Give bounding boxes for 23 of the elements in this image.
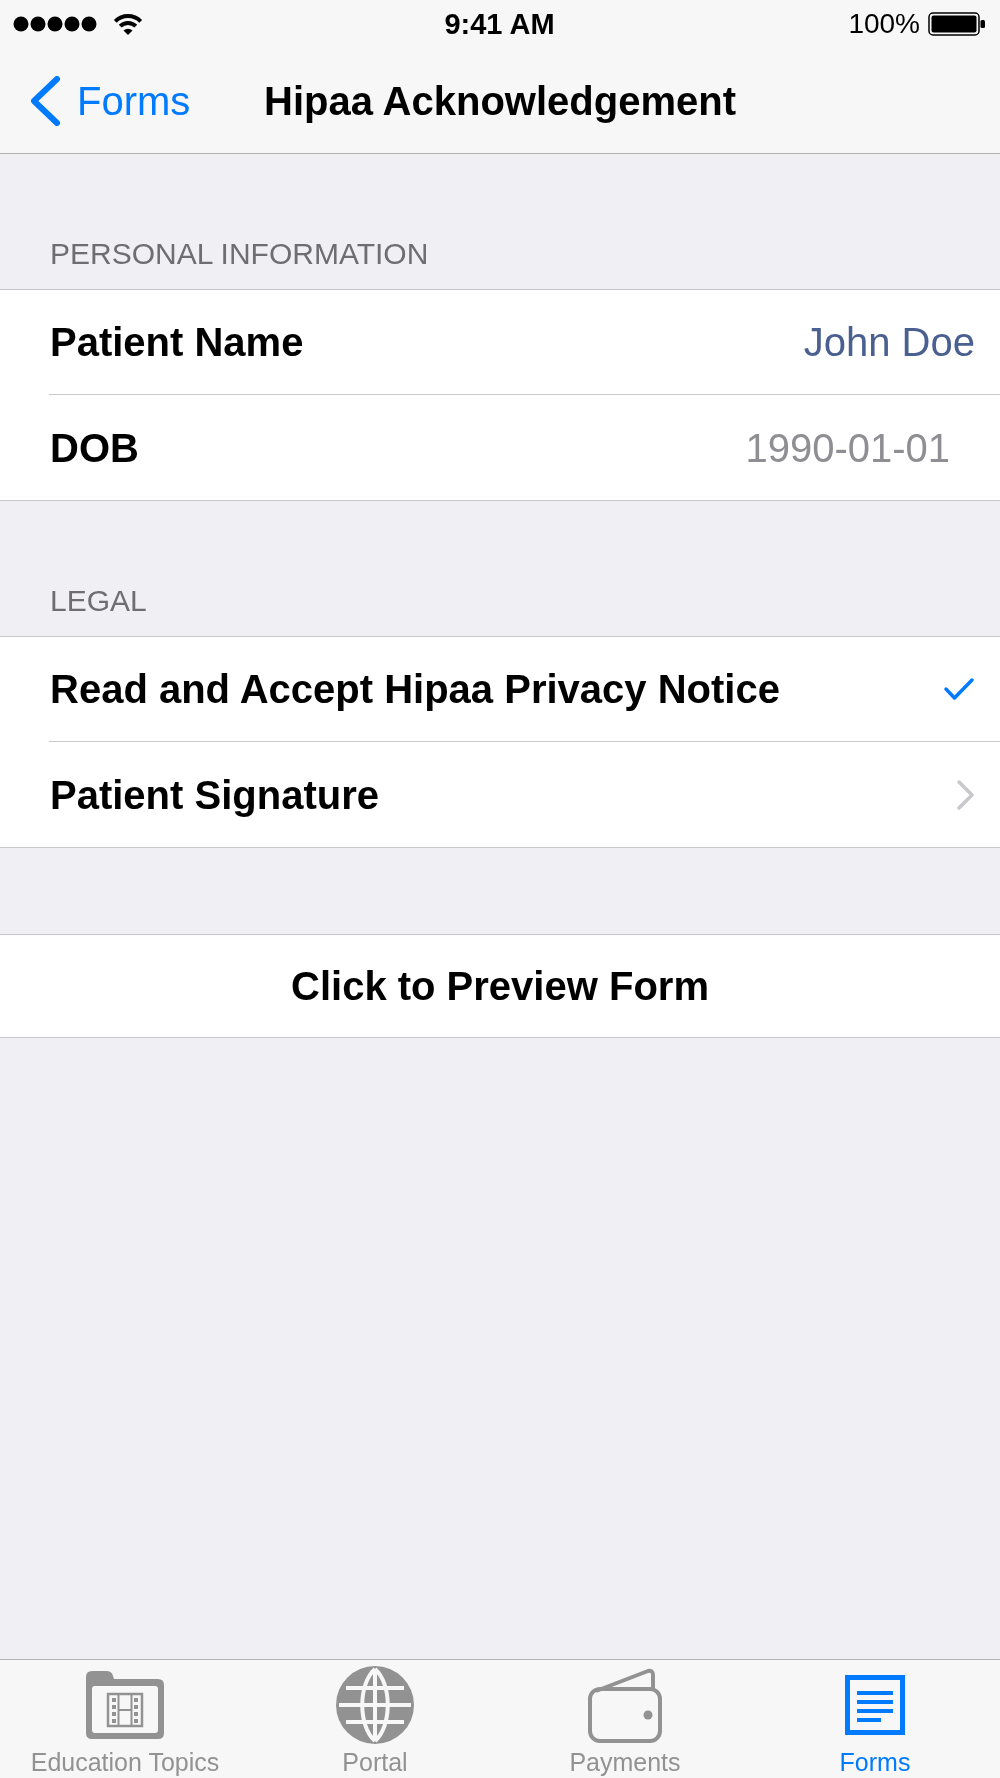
film-folder-icon [86, 1671, 164, 1739]
row-label: Patient Name [50, 319, 304, 366]
tab-item[interactable]: Forms [750, 1660, 1000, 1778]
section-header: PERSONAL INFORMATION [50, 236, 429, 272]
chevron-left-icon [29, 75, 61, 126]
section-header: LEGAL [50, 583, 147, 619]
battery-icon [928, 12, 986, 36]
document-icon [845, 1675, 905, 1735]
wifi-icon [113, 12, 143, 36]
wallet-icon [588, 1667, 662, 1743]
globe-icon [336, 1666, 414, 1744]
signal-icon [13, 16, 97, 32]
date-value: 1990-01-01 [745, 424, 950, 472]
name-field[interactable]: John Doe [615, 318, 975, 366]
battery-percent: 100% [848, 7, 920, 41]
row-label: DOB [50, 424, 139, 472]
back-button[interactable]: Forms [29, 75, 191, 126]
row-label: Patient Signature [50, 771, 379, 819]
chevron-right-icon [956, 778, 975, 811]
status-time: 9:41 AM [444, 7, 555, 41]
preview-form-button[interactable]: Click to Preview Form [0, 934, 1000, 1038]
nav-title: Hipaa Acknowledgement [264, 77, 736, 125]
row-label: Read and Accept Hipaa Privacy Notice [50, 666, 780, 713]
